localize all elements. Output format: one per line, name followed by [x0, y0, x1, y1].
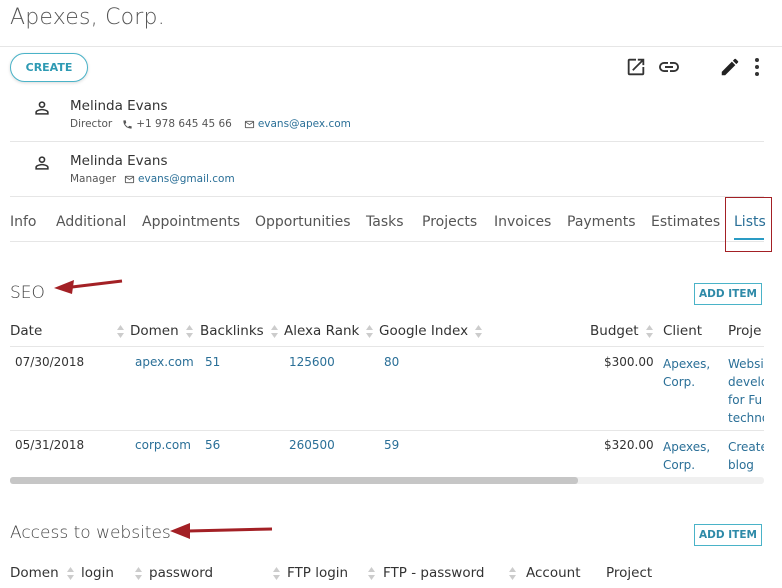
column-header[interactable]: password	[149, 565, 213, 581]
column-header[interactable]: FTP - password	[383, 565, 484, 581]
column-header[interactable]: Budget	[590, 323, 639, 339]
person-icon	[35, 101, 49, 115]
cell-client[interactable]: Apexes, Corp.	[663, 438, 710, 474]
header-divider	[0, 46, 782, 47]
sort-icon[interactable]	[368, 567, 375, 580]
more-options-icon[interactable]	[747, 55, 767, 79]
cell-date: 07/30/2018	[15, 355, 85, 369]
seo-add-item-button[interactable]: ADD ITEM	[694, 283, 762, 305]
annotation-arrow	[54, 279, 123, 294]
phone-icon	[123, 119, 132, 129]
sort-icon[interactable]	[366, 325, 373, 338]
sort-icon[interactable]	[186, 325, 193, 338]
annotation-box	[725, 197, 772, 252]
cell-alexa-rank[interactable]: 260500	[289, 438, 335, 452]
tab-payments[interactable]: Payments	[567, 214, 636, 230]
column-header[interactable]: Domen	[10, 565, 59, 581]
contact-email-link[interactable]: evans@apex.com	[258, 118, 351, 130]
tab-divider	[10, 241, 764, 242]
column-header[interactable]: Project	[606, 565, 652, 581]
contact-phone[interactable]: +1 978 645 45 66	[136, 118, 232, 130]
contact-role: Manager	[70, 173, 117, 185]
column-header[interactable]: Date	[10, 323, 42, 339]
open-external-icon[interactable]	[624, 55, 648, 79]
section-title-access: Access to websites	[10, 523, 171, 543]
person-icon	[35, 156, 49, 170]
edit-icon[interactable]	[718, 55, 742, 79]
cell-google-index[interactable]: 59	[384, 438, 399, 452]
tab-estimates[interactable]: Estimates	[651, 214, 720, 230]
horizontal-scrollbar-thumb[interactable]	[10, 477, 578, 484]
page-title: Apexes, Corp.	[10, 5, 165, 30]
cell-domen[interactable]: apex.com	[135, 355, 194, 369]
email-icon	[244, 120, 254, 128]
tab-invoices[interactable]: Invoices	[494, 214, 551, 230]
cell-alexa-rank[interactable]: 125600	[289, 355, 335, 369]
column-header[interactable]: Account	[526, 565, 581, 581]
header-divider	[10, 346, 764, 347]
row-divider	[10, 430, 764, 431]
annotation-arrow	[170, 523, 273, 539]
sort-icon[interactable]	[135, 567, 142, 580]
column-header[interactable]: Google Index	[379, 323, 468, 339]
column-header[interactable]: FTP login	[287, 565, 348, 581]
divider	[10, 141, 764, 142]
column-header[interactable]: Client	[663, 323, 702, 339]
contact-email-link[interactable]: evans@gmail.com	[138, 173, 235, 185]
column-header[interactable]: Domen	[130, 323, 179, 339]
column-header[interactable]: Alexa Rank	[284, 323, 359, 339]
tab-additional[interactable]: Additional	[56, 214, 126, 230]
contact-name: Melinda Evans	[70, 98, 168, 114]
access-add-item-button[interactable]: ADD ITEM	[694, 524, 762, 546]
email-icon	[124, 175, 135, 183]
column-header[interactable]: Proje	[728, 323, 764, 339]
link-icon[interactable]	[657, 55, 681, 79]
tab-tasks[interactable]: Tasks	[366, 214, 404, 230]
sort-icon[interactable]	[117, 325, 124, 338]
column-header[interactable]: Backlinks	[200, 323, 264, 339]
cell-client[interactable]: Apexes, Corp.	[663, 355, 710, 391]
sort-icon[interactable]	[271, 325, 278, 338]
sort-icon[interactable]	[273, 567, 280, 580]
sort-icon[interactable]	[646, 325, 653, 338]
cell-date: 05/31/2018	[15, 438, 85, 452]
contact-name: Melinda Evans	[70, 153, 168, 169]
cell-domen[interactable]: corp.com	[135, 438, 191, 452]
cell-project[interactable]: Create blog	[728, 438, 764, 474]
divider	[10, 196, 764, 197]
cell-budget: $320.00	[604, 438, 654, 452]
section-title-seo: SEO	[10, 283, 45, 303]
tab-info[interactable]: Info	[10, 214, 37, 230]
tab-appointments[interactable]: Appointments	[142, 214, 240, 230]
cell-google-index[interactable]: 80	[384, 355, 399, 369]
tab-projects[interactable]: Projects	[422, 214, 477, 230]
sort-icon[interactable]	[509, 567, 516, 580]
cell-budget: $300.00	[604, 355, 654, 369]
cell-backlinks[interactable]: 56	[205, 438, 220, 452]
column-header[interactable]: login	[81, 565, 114, 581]
sort-icon[interactable]	[475, 325, 482, 338]
cell-backlinks[interactable]: 51	[205, 355, 220, 369]
sort-icon[interactable]	[67, 567, 74, 580]
tab-opportunities[interactable]: Opportunities	[255, 214, 351, 230]
create-button[interactable]: CREATE	[10, 53, 88, 82]
contact-role: Director	[70, 118, 113, 130]
cell-project[interactable]: Websidevelo for Futechno	[728, 355, 764, 427]
